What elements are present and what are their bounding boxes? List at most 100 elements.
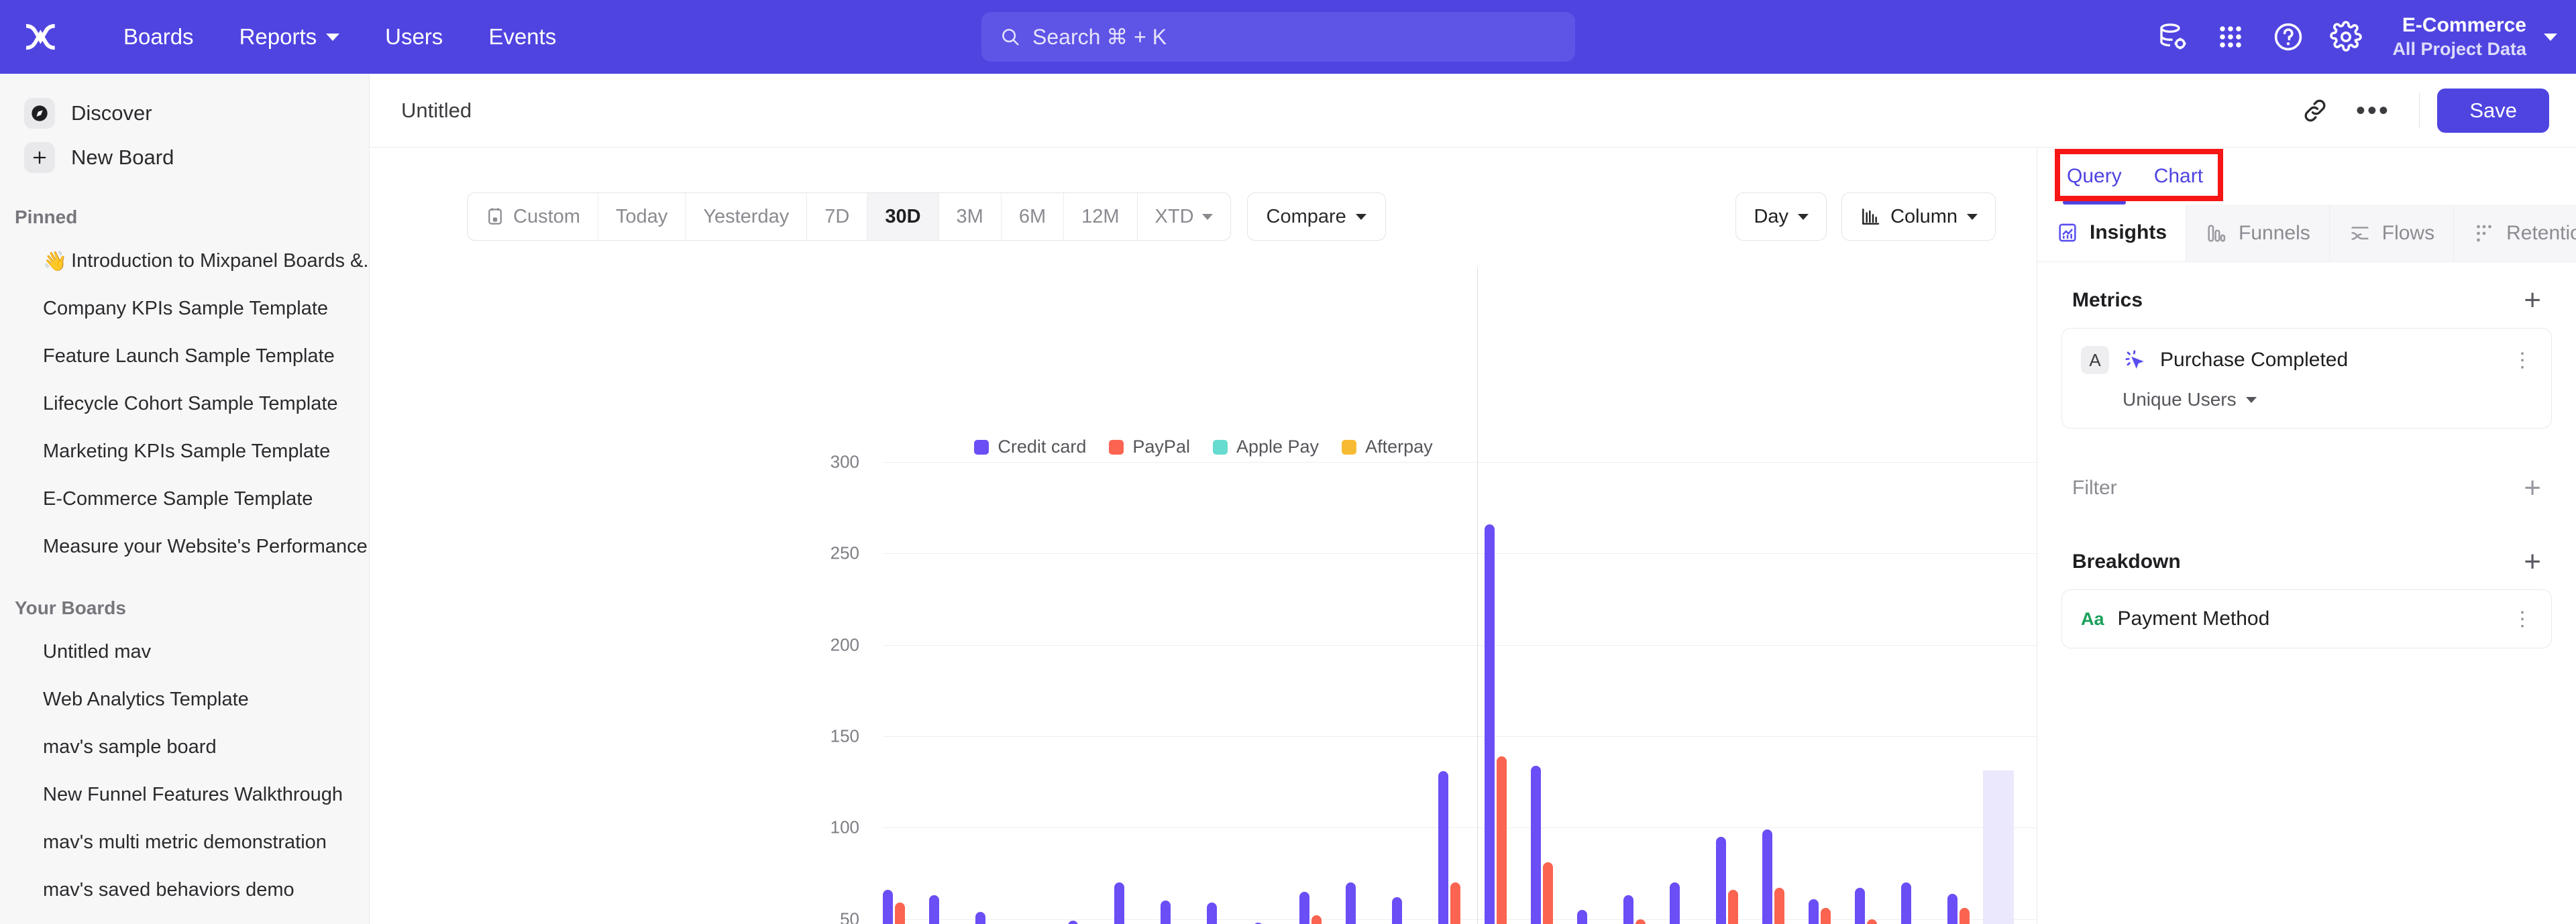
sidebar-item-company-kpis[interactable]: Company KPIs Sample Template [0, 285, 369, 333]
board-title[interactable]: Untitled [401, 99, 472, 123]
bar[interactable] [1716, 837, 1726, 924]
project-selector[interactable]: E-Commerce All Project Data [2392, 13, 2557, 60]
add-metric-button[interactable]: + [2524, 292, 2541, 309]
bar-group[interactable] [1485, 462, 1531, 924]
date-range-3m[interactable]: 3M [939, 193, 1002, 240]
sidebar-item-discover[interactable]: Discover [0, 91, 369, 135]
bar[interactable] [1947, 894, 1957, 924]
more-options-button[interactable]: ••• [2344, 82, 2402, 139]
bar[interactable] [1346, 882, 1356, 924]
date-range-yesterday[interactable]: Yesterday [686, 193, 807, 240]
bar[interactable] [1531, 766, 1541, 924]
bar[interactable] [1392, 897, 1402, 924]
date-range-today[interactable]: Today [598, 193, 686, 240]
bar[interactable] [1299, 892, 1309, 924]
bar-group[interactable] [1161, 462, 1207, 924]
sidebar-item-new-funnel-walkthrough[interactable]: New Funnel Features Walkthrough [0, 771, 369, 819]
add-filter-button[interactable]: + [2524, 479, 2541, 497]
date-range-6m[interactable]: 6M [1002, 193, 1064, 240]
bar[interactable] [1114, 882, 1124, 924]
bar-group[interactable] [1438, 462, 1485, 924]
tab-flows[interactable]: Flows [2330, 205, 2454, 262]
sidebar-item-marketing-kpis[interactable]: Marketing KPIs Sample Template [0, 428, 369, 475]
bar-group[interactable] [1577, 462, 1623, 924]
bar[interactable] [1774, 888, 1784, 924]
apps-grid-icon[interactable] [2202, 8, 2259, 66]
bar[interactable] [895, 903, 905, 924]
bar-group[interactable] [1346, 462, 1392, 924]
bar[interactable] [1485, 524, 1495, 924]
date-range-30d[interactable]: 30D [867, 193, 938, 240]
nav-link-events[interactable]: Events [466, 24, 579, 50]
bar[interactable] [1855, 888, 1865, 924]
breakdown-card-payment-method[interactable]: Aa Payment Method ⋮ [2061, 589, 2552, 648]
bar-group[interactable] [1207, 462, 1253, 924]
save-button[interactable]: Save [2437, 89, 2549, 133]
tab-chart[interactable]: Chart [2138, 148, 2219, 205]
tab-insights[interactable]: Insights [2037, 205, 2186, 262]
tab-funnels[interactable]: Funnels [2186, 205, 2330, 262]
bar[interactable] [1311, 915, 1322, 924]
bar[interactable] [883, 890, 893, 924]
bar-group[interactable] [1855, 462, 1901, 924]
mixpanel-logo-icon[interactable] [20, 17, 60, 57]
bar-group[interactable] [1022, 462, 1068, 924]
bar-group[interactable] [1762, 462, 1809, 924]
bar-group[interactable] [1114, 462, 1161, 924]
sidebar-item-untitled-mav[interactable]: Untitled mav [0, 628, 369, 676]
interval-selector[interactable]: Day [1735, 192, 1827, 241]
bar[interactable] [1960, 908, 1970, 924]
breakdown-kebab-menu-icon[interactable]: ⋮ [2512, 614, 2532, 624]
nav-link-reports[interactable]: Reports [217, 24, 363, 50]
legend-item[interactable]: Afterpay [1342, 437, 1433, 457]
link-icon[interactable] [2286, 82, 2344, 139]
nav-link-boards[interactable]: Boards [101, 24, 217, 50]
bar-group[interactable] [929, 462, 975, 924]
bar[interactable] [1577, 910, 1587, 924]
bar[interactable] [975, 912, 985, 924]
tab-retention[interactable]: Retention [2454, 205, 2576, 262]
bar-group[interactable] [1670, 462, 1716, 924]
bar-group[interactable] [1068, 462, 1114, 924]
sidebar-item-saved-behaviors-demo[interactable]: mav's saved behaviors demo [0, 866, 369, 914]
legend-item[interactable]: PayPal [1109, 437, 1190, 457]
bar[interactable] [1867, 919, 1877, 924]
gear-icon[interactable] [2317, 8, 2375, 66]
bar[interactable] [1623, 895, 1633, 924]
sidebar-item-measure-website[interactable]: Measure your Website's Performance [0, 523, 369, 571]
bar-group[interactable] [1901, 462, 1947, 924]
bar[interactable] [1068, 921, 1078, 924]
bar[interactable] [1543, 862, 1553, 924]
legend-item[interactable]: Credit card [974, 437, 1086, 457]
metric-kebab-menu-icon[interactable]: ⋮ [2512, 355, 2532, 365]
bar[interactable] [1728, 890, 1738, 924]
bar-group[interactable] [1299, 462, 1346, 924]
sidebar-item-new-board[interactable]: New Board [0, 135, 369, 180]
sidebar-item-ecommerce-template[interactable]: E-Commerce Sample Template [0, 475, 369, 523]
bar-group[interactable] [975, 462, 1022, 924]
database-settings-icon[interactable] [2144, 8, 2202, 66]
date-range-custom[interactable]: Custom [468, 193, 598, 240]
bar[interactable] [1438, 771, 1448, 924]
sidebar-item-web-analytics[interactable]: Web Analytics Template [0, 676, 369, 724]
bar[interactable] [1161, 901, 1171, 924]
date-range-xtd[interactable]: XTD [1138, 193, 1230, 240]
add-breakdown-button[interactable]: + [2524, 553, 2541, 571]
sidebar-item-mavs-sample-board[interactable]: mav's sample board [0, 724, 369, 771]
tab-query[interactable]: Query [2051, 148, 2138, 205]
compare-button[interactable]: Compare [1247, 192, 1386, 241]
legend-item[interactable]: Apple Pay [1213, 437, 1319, 457]
bar[interactable] [1821, 908, 1831, 924]
metric-card-purchase-completed[interactable]: A Purchase Completed ⋮ Unique Users [2061, 328, 2552, 428]
chart-type-selector[interactable]: Column [1841, 192, 1996, 241]
bar-group[interactable] [1623, 462, 1670, 924]
bar-group[interactable] [883, 462, 929, 924]
bar[interactable] [1762, 829, 1772, 924]
bar-group[interactable] [1253, 462, 1299, 924]
sidebar-item-multi-metric-demo[interactable]: mav's multi metric demonstration [0, 819, 369, 866]
sidebar-item-intro-boards[interactable]: 👋 Introduction to Mixpanel Boards &... [0, 237, 369, 285]
bar[interactable] [1901, 882, 1911, 924]
bar-group[interactable] [1809, 462, 1855, 924]
sidebar-item-lifecycle-cohort[interactable]: Lifecycle Cohort Sample Template [0, 380, 369, 428]
date-range-7d[interactable]: 7D [807, 193, 867, 240]
